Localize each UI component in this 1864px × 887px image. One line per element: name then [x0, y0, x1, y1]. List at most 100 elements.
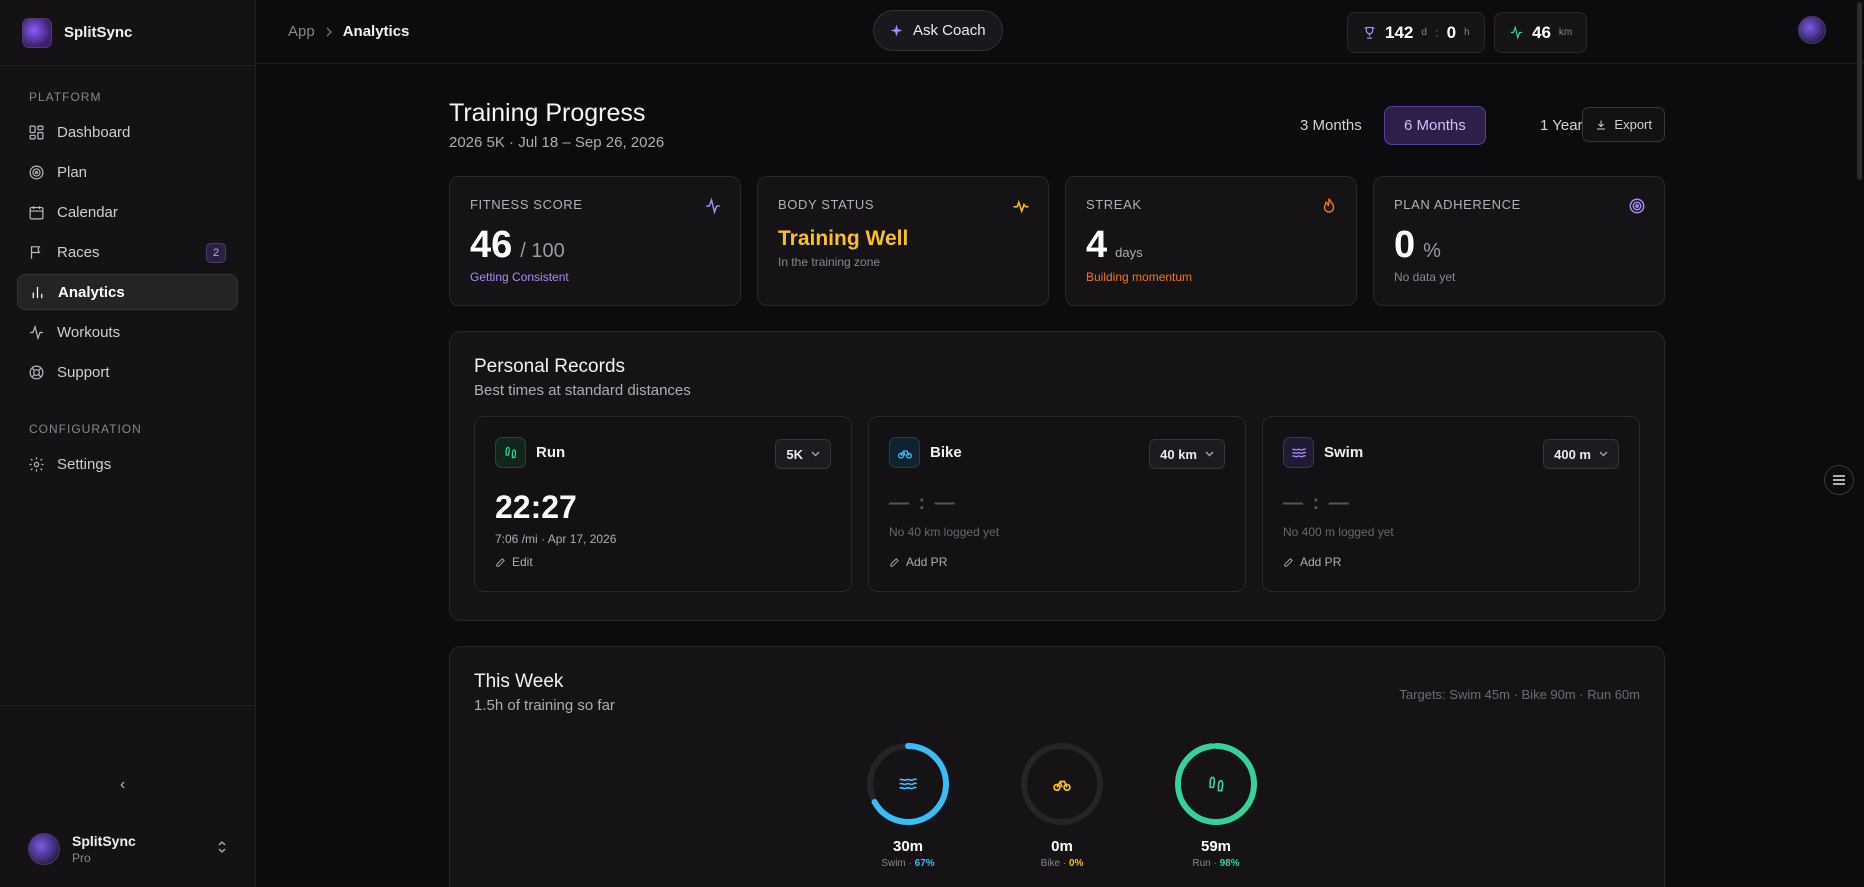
ring-value: 30m: [892, 838, 924, 855]
user-menu[interactable]: SplitSync Pro: [28, 833, 228, 865]
activity-icon: [30, 324, 43, 340]
weekly-rings: 30m Swim · 67% 0m Bike · 0% 59m Run · 98…: [474, 742, 1640, 869]
streak-value: 4: [1086, 224, 1108, 266]
pr-action-label: Add PR: [906, 555, 948, 569]
ring-swim: 30m Swim · 67%: [866, 742, 950, 869]
ring-caption: Run · 98%: [1192, 858, 1240, 869]
streak-unit: days: [1115, 245, 1143, 260]
app-name: SplitSync: [64, 24, 133, 41]
streak-separator: :: [1434, 25, 1439, 40]
body-status-value: Training Well: [778, 227, 909, 250]
sidebar-item-label: Calendar: [57, 203, 118, 221]
pr-distance-value: 5K: [786, 446, 803, 462]
user-name: SplitSync: [72, 833, 136, 849]
ask-coach-button[interactable]: Ask Coach: [873, 10, 1003, 51]
app-logo: [22, 17, 52, 48]
sidebar-item-plan[interactable]: Plan: [17, 154, 238, 190]
grid-icon: [29, 125, 44, 139]
config-nav: Settings: [0, 446, 255, 482]
pr-sport-name: Run: [536, 444, 566, 461]
table-of-contents-button[interactable]: [1824, 465, 1854, 495]
sidebar-item-support[interactable]: Support: [17, 354, 238, 390]
metric-note: No data yet: [1394, 270, 1456, 284]
ring-run: 59m Run · 98%: [1174, 742, 1258, 869]
target-icon: [29, 165, 44, 179]
metric-note: In the training zone: [778, 255, 881, 269]
plan-adherence-unit: %: [1423, 240, 1441, 262]
sparkle-icon: [890, 24, 903, 37]
ring-percent: 0%: [1068, 858, 1084, 869]
user-plan: Pro: [72, 851, 91, 865]
metric-value: 0 %: [1394, 226, 1644, 264]
edit-pr-button[interactable]: Edit: [495, 555, 533, 569]
bike-icon: [889, 437, 920, 468]
ring-value: 59m: [1200, 838, 1232, 855]
plan-adherence-value: 0: [1394, 224, 1416, 266]
platform-nav: Dashboard Plan Calendar Races 2 Analytic…: [0, 114, 255, 390]
brand[interactable]: SplitSync: [0, 0, 255, 66]
list-icon: [1833, 475, 1845, 485]
pr-distance-select[interactable]: 400 m: [1543, 439, 1619, 469]
avatar[interactable]: [1798, 16, 1826, 44]
races-count-badge: 2: [206, 243, 226, 263]
personal-records-panel: Personal Records Best times at standard …: [449, 331, 1665, 621]
waves-icon: [899, 778, 918, 790]
pr-action-label: Edit: [512, 555, 533, 569]
pencil-icon: [1284, 557, 1293, 567]
ring-sport: Run: [1192, 858, 1211, 869]
add-pr-button[interactable]: Add PR: [889, 555, 947, 569]
sidebar-item-label: Analytics: [58, 283, 125, 301]
metric-label: Streak: [1086, 197, 1142, 212]
breadcrumb-current: Analytics: [342, 23, 410, 40]
ring-sport: Swim: [881, 858, 906, 869]
breadcrumb-root[interactable]: App: [288, 23, 315, 40]
pulse-icon: [1013, 199, 1029, 214]
scrollbar[interactable]: [1857, 2, 1862, 180]
pr-time: — : —: [889, 492, 957, 514]
page-title: Training Progress: [449, 99, 646, 127]
page-subtitle: 2026 5K · Jul 18 – Sep 26, 2026: [449, 134, 665, 151]
ring-percent: 98%: [1219, 858, 1240, 869]
ring-percent: 67%: [914, 858, 935, 869]
metric-label: Fitness Score: [470, 197, 583, 212]
sidebar-item-races[interactable]: Races 2: [17, 234, 238, 270]
sidebar-footer: ‹ SplitSync Pro: [0, 705, 255, 887]
collapse-sidebar-icon[interactable]: ‹: [120, 776, 125, 794]
streak-hours-unit: h: [1464, 27, 1470, 38]
pr-distance-value: 40 km: [1160, 446, 1197, 462]
sidebar: SplitSync Platform Dashboard Plan Calend…: [0, 0, 256, 887]
metric-card-fitness: Fitness Score 46 / 100 Getting Consisten…: [449, 176, 741, 306]
panel-title: Personal Records: [474, 356, 626, 377]
chevron-down-icon: [1205, 451, 1214, 457]
sidebar-item-analytics[interactable]: Analytics: [17, 274, 238, 310]
metric-value: 4 days: [1086, 226, 1336, 264]
pr-distance-select[interactable]: 40 km: [1149, 439, 1225, 469]
download-icon: [1597, 120, 1606, 129]
streak-hours-value: 0: [1446, 22, 1457, 42]
streak-timer-pill[interactable]: 142 d : 0 h: [1347, 12, 1485, 53]
distance-unit: km: [1558, 27, 1573, 38]
add-pr-button[interactable]: Add PR: [1283, 555, 1341, 569]
sidebar-item-workouts[interactable]: Workouts: [17, 314, 238, 350]
metric-card-plan-adherence: Plan Adherence 0 % No data yet: [1373, 176, 1665, 306]
pr-card-run: Run 5K 22:27 7:06 /mi · Apr 17, 2026 Edi…: [474, 416, 852, 592]
metric-label: Plan Adherence: [1394, 197, 1521, 212]
chevrons-up-down-icon: [218, 840, 226, 854]
pr-meta: No 40 km logged yet: [889, 525, 1000, 539]
pr-meta: 7:06 /mi · Apr 17, 2026: [495, 532, 617, 546]
lifebuoy-icon: [29, 365, 44, 379]
range-3-months[interactable]: 3 Months: [1281, 106, 1381, 145]
metric-card-streak: Streak 4 days Building momentum: [1065, 176, 1357, 306]
pr-time: — : —: [1283, 492, 1351, 514]
this-week-panel: This Week 1.5h of training so far Target…: [449, 646, 1665, 887]
footprints-icon: [495, 437, 526, 468]
pr-cards: Run 5K 22:27 7:06 /mi · Apr 17, 2026 Edi…: [474, 416, 1640, 592]
range-6-months[interactable]: 6 Months: [1384, 106, 1486, 145]
sidebar-item-dashboard[interactable]: Dashboard: [17, 114, 238, 150]
sidebar-item-calendar[interactable]: Calendar: [17, 194, 238, 230]
waves-icon: [1283, 437, 1314, 468]
sidebar-item-settings[interactable]: Settings: [17, 446, 238, 482]
pr-distance-select[interactable]: 5K: [775, 439, 831, 469]
distance-pill[interactable]: 46 km: [1494, 12, 1588, 53]
export-button[interactable]: Export: [1582, 107, 1665, 142]
